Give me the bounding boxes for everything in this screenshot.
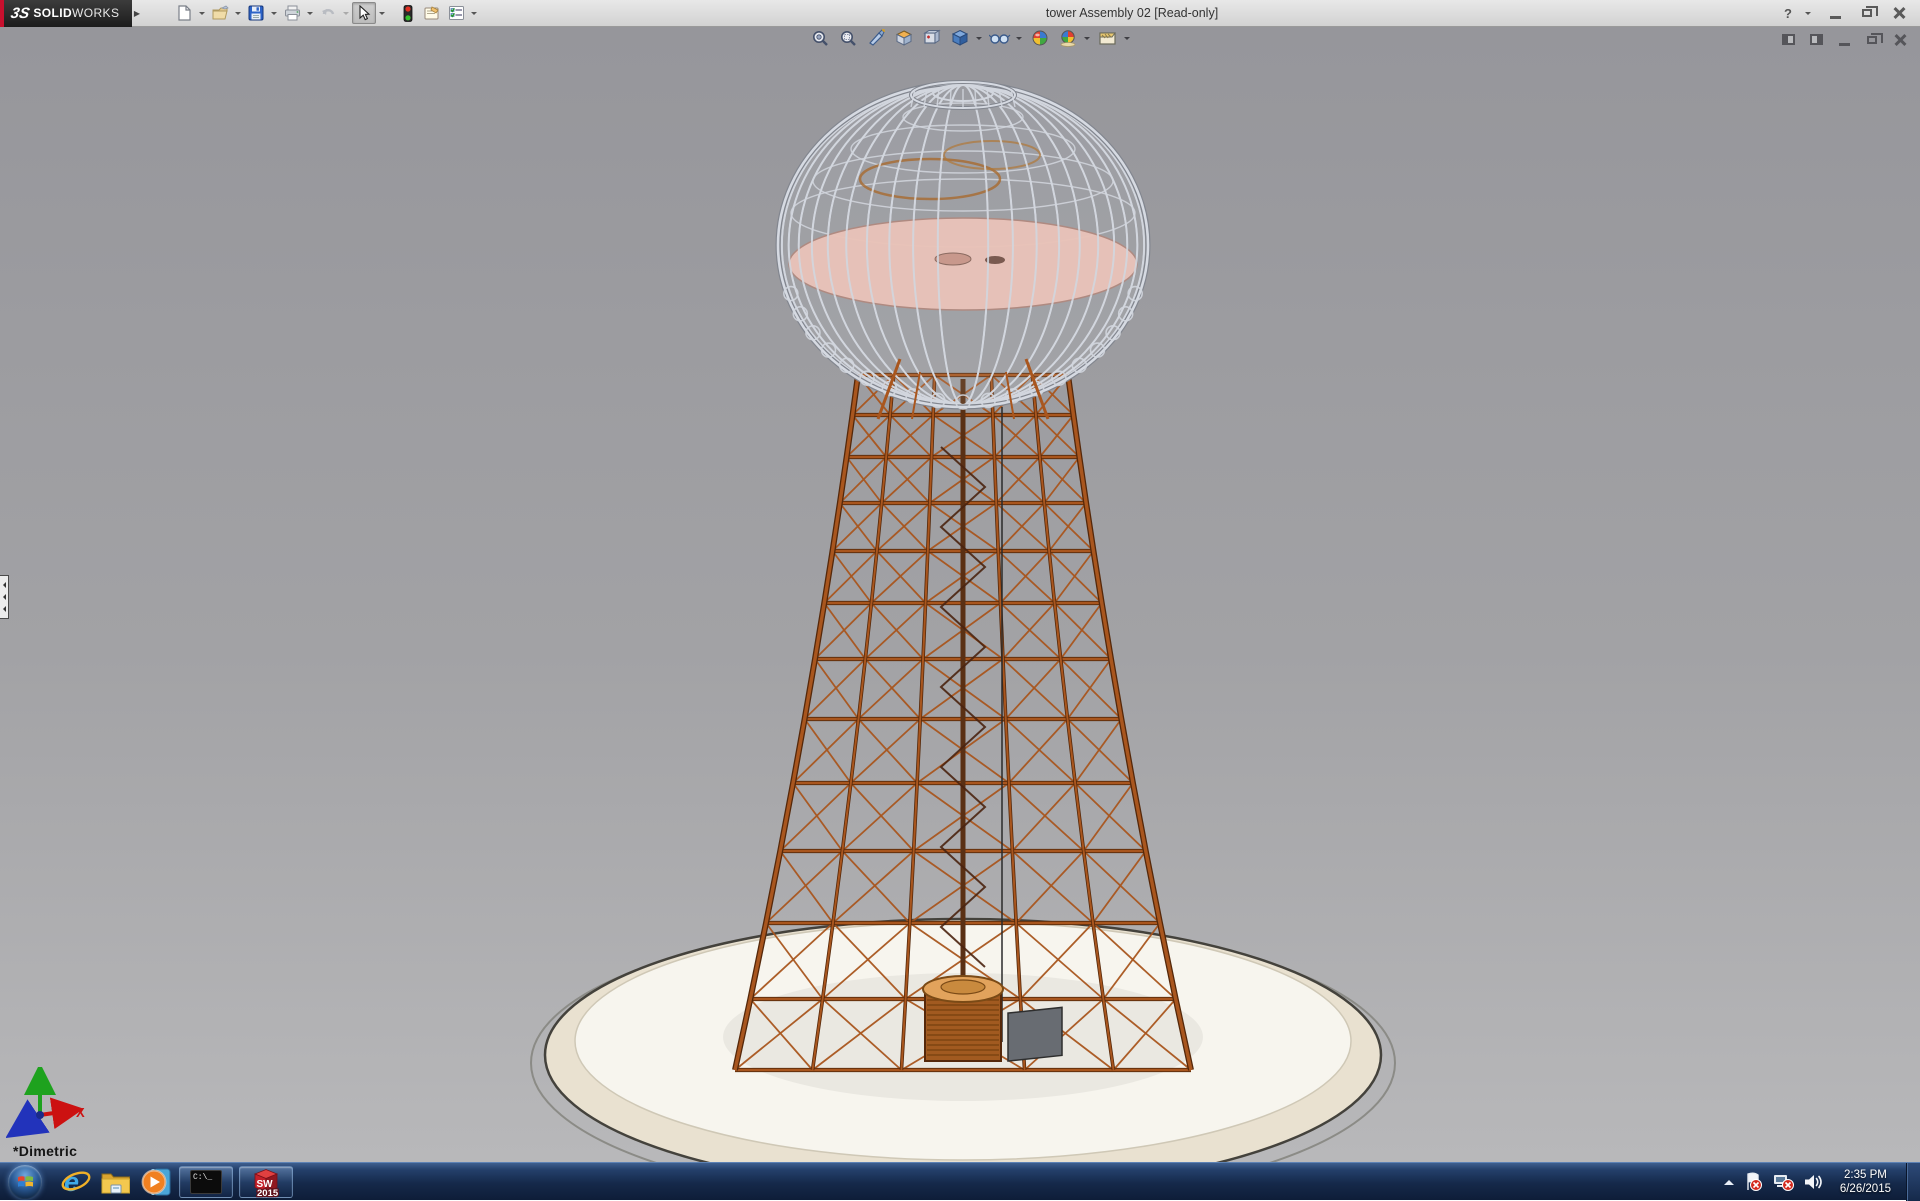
windows-flag-icon	[17, 1174, 34, 1189]
view-orientation-icon[interactable]	[892, 28, 916, 48]
apply-scene-icon[interactable]	[1056, 28, 1080, 48]
graphics-viewport[interactable]: X *Dimetric	[0, 27, 1920, 1162]
options-dropdown[interactable]	[468, 2, 480, 24]
internet-explorer-icon: e	[60, 1167, 92, 1197]
new-document-button[interactable]	[172, 2, 196, 24]
comment-button[interactable]	[420, 2, 444, 24]
open-button[interactable]	[208, 2, 232, 24]
folder-icon	[100, 1168, 132, 1196]
doc-minimize-button[interactable]	[1834, 31, 1854, 48]
solidworks-logo: 3S SOLIDWORKS	[0, 0, 132, 27]
volume-icon[interactable]	[1803, 1173, 1823, 1191]
save-button[interactable]	[244, 2, 268, 24]
feature-panel-splitter[interactable]	[0, 575, 9, 619]
close-button[interactable]	[1888, 4, 1910, 22]
pane-right-button[interactable]	[1806, 31, 1826, 48]
display-style-dropdown[interactable]	[976, 34, 984, 43]
menu-expand-chevron[interactable]: ▶	[132, 0, 142, 27]
apply-scene-dropdown[interactable]	[1084, 34, 1092, 43]
app-name: SOLIDWORKS	[33, 6, 119, 20]
doc-restore-button[interactable]	[1862, 31, 1882, 48]
taskbar-clock[interactable]: 2:35 PM 6/26/2015	[1840, 1168, 1891, 1196]
svg-text:e: e	[64, 1167, 79, 1197]
undo-dropdown[interactable]	[340, 2, 352, 24]
document-window-controls	[1778, 31, 1910, 48]
display-style-icon[interactable]	[948, 28, 972, 48]
show-desktop-button[interactable]	[1906, 1163, 1920, 1201]
options-checklist-button[interactable]	[444, 2, 468, 24]
clock-date: 6/26/2015	[1840, 1182, 1891, 1196]
titlebar-controls: ?	[1784, 2, 1920, 24]
triad-x-axis	[40, 1111, 68, 1115]
taskbar-command-prompt[interactable]: C:\_	[179, 1166, 233, 1198]
select-tool-dropdown[interactable]	[376, 2, 388, 24]
save-dropdown[interactable]	[268, 2, 280, 24]
section-view-icon[interactable]	[864, 28, 888, 48]
standard-toolbar	[172, 2, 480, 24]
view-settings-icon[interactable]	[1096, 28, 1120, 48]
clock-time: 2:35 PM	[1840, 1168, 1891, 1182]
media-player-icon	[140, 1167, 172, 1197]
rebuild-traffic-light-button[interactable]	[396, 2, 420, 24]
restore-button[interactable]	[1856, 4, 1878, 22]
hide-show-items-icon[interactable]	[988, 28, 1012, 48]
network-status-icon[interactable]	[1772, 1172, 1794, 1192]
solidworks-2015-icon: SW 2015	[249, 1168, 283, 1196]
print-button[interactable]	[280, 2, 304, 24]
taskbar-windows-explorer[interactable]	[96, 1163, 136, 1201]
zoom-to-area-icon[interactable]	[836, 28, 860, 48]
svg-text:2015: 2015	[257, 1188, 279, 1198]
view-orientation-label: *Dimetric	[13, 1143, 77, 1159]
title-bar: 3S SOLIDWORKS ▶	[0, 0, 1920, 27]
action-center-icon[interactable]	[1743, 1172, 1763, 1192]
document-title: tower Assembly 02 [Read-only]	[480, 6, 1784, 20]
triad-x-label: X	[76, 1105, 85, 1120]
start-button[interactable]	[8, 1165, 42, 1199]
command-prompt-icon: C:\_	[190, 1170, 222, 1194]
doc-close-button[interactable]	[1890, 31, 1910, 48]
hide-show-items-dropdown[interactable]	[1016, 34, 1024, 43]
open-dropdown[interactable]	[232, 2, 244, 24]
taskbar-media-player[interactable]	[136, 1163, 176, 1201]
tower-3d-model[interactable]	[0, 27, 1920, 1162]
pane-left-button[interactable]	[1778, 31, 1798, 48]
heads-up-view-toolbar	[808, 28, 1132, 48]
standard-views-icon[interactable]	[920, 28, 944, 48]
taskbar-solidworks[interactable]: SW 2015	[239, 1166, 293, 1198]
select-tool-button[interactable]	[352, 2, 376, 24]
help-dropdown[interactable]	[1802, 2, 1814, 24]
edit-appearance-icon[interactable]	[1028, 28, 1052, 48]
new-document-dropdown[interactable]	[196, 2, 208, 24]
show-hidden-icons-button[interactable]	[1724, 1175, 1734, 1185]
solidworks-window: 3S SOLIDWORKS ▶	[0, 0, 1920, 1200]
minimize-button[interactable]	[1824, 4, 1846, 22]
zoom-to-fit-icon[interactable]	[808, 28, 832, 48]
view-settings-dropdown[interactable]	[1124, 34, 1132, 43]
print-dropdown[interactable]	[304, 2, 316, 24]
taskbar-internet-explorer[interactable]: e	[56, 1163, 96, 1201]
system-tray: 2:35 PM 6/26/2015	[1724, 1163, 1920, 1201]
help-button[interactable]: ?	[1784, 6, 1792, 21]
ds-logo-icon: 3S	[9, 5, 31, 22]
undo-button[interactable]	[316, 2, 340, 24]
windows-taskbar: e	[0, 1162, 1920, 1200]
